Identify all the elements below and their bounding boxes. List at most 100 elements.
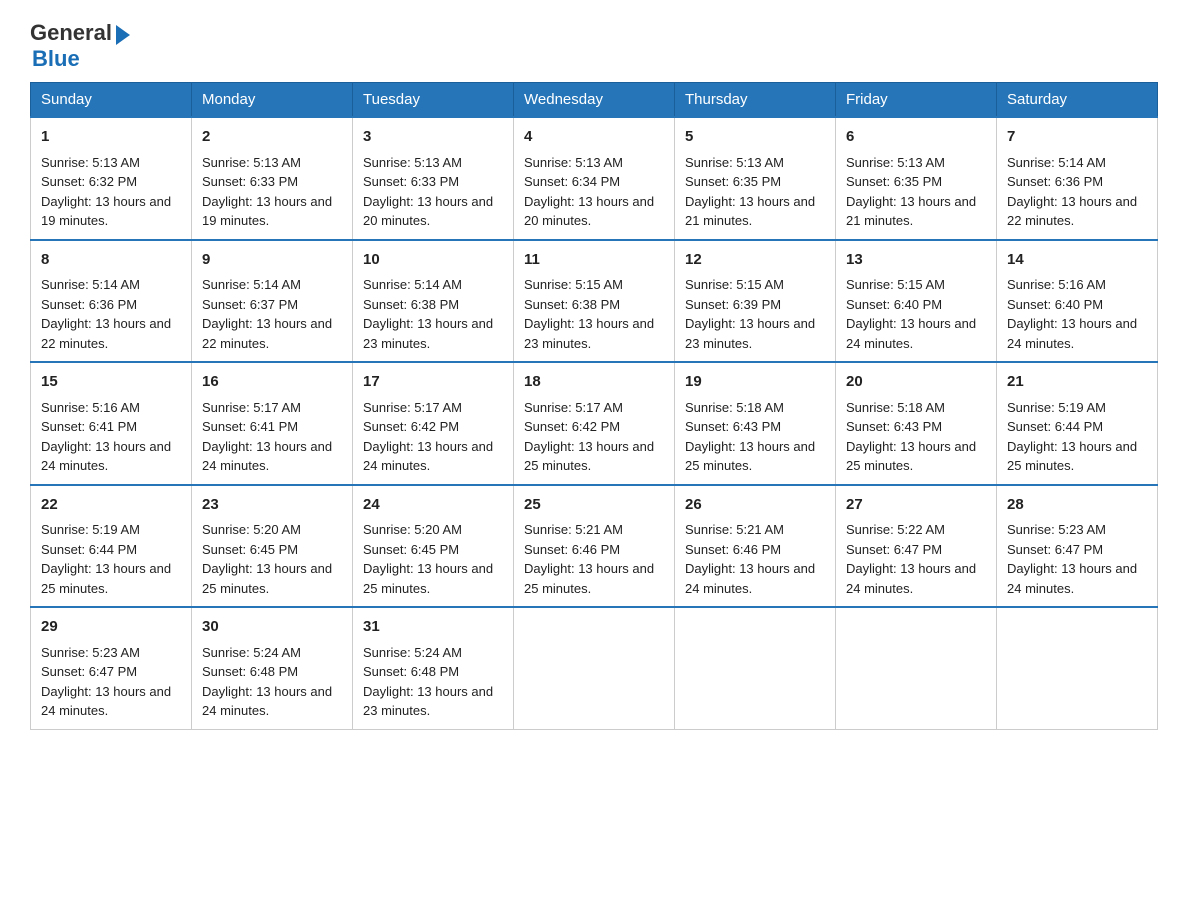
day-sunset: Sunset: 6:48 PM — [202, 664, 298, 679]
day-number: 17 — [363, 371, 503, 394]
day-sunrise: Sunrise: 5:23 AM — [41, 645, 140, 660]
day-sunset: Sunset: 6:48 PM — [363, 664, 459, 679]
calendar-day-29: 29 Sunrise: 5:23 AM Sunset: 6:47 PM Dayl… — [31, 607, 192, 729]
calendar-day-31: 31 Sunrise: 5:24 AM Sunset: 6:48 PM Dayl… — [353, 607, 514, 729]
day-sunset: Sunset: 6:44 PM — [41, 542, 137, 557]
calendar-day-23: 23 Sunrise: 5:20 AM Sunset: 6:45 PM Dayl… — [192, 485, 353, 608]
day-daylight: Daylight: 13 hours and 20 minutes. — [524, 194, 654, 229]
day-sunset: Sunset: 6:47 PM — [1007, 542, 1103, 557]
calendar-day-14: 14 Sunrise: 5:16 AM Sunset: 6:40 PM Dayl… — [997, 240, 1158, 363]
calendar-day-18: 18 Sunrise: 5:17 AM Sunset: 6:42 PM Dayl… — [514, 362, 675, 485]
day-sunrise: Sunrise: 5:22 AM — [846, 522, 945, 537]
calendar-header-tuesday: Tuesday — [353, 83, 514, 118]
calendar-header-sunday: Sunday — [31, 83, 192, 118]
day-number: 4 — [524, 126, 664, 149]
day-sunset: Sunset: 6:38 PM — [524, 297, 620, 312]
calendar-day-12: 12 Sunrise: 5:15 AM Sunset: 6:39 PM Dayl… — [675, 240, 836, 363]
calendar-day-27: 27 Sunrise: 5:22 AM Sunset: 6:47 PM Dayl… — [836, 485, 997, 608]
day-daylight: Daylight: 13 hours and 25 minutes. — [41, 561, 171, 596]
day-sunset: Sunset: 6:42 PM — [524, 419, 620, 434]
day-sunrise: Sunrise: 5:21 AM — [685, 522, 784, 537]
calendar-day-3: 3 Sunrise: 5:13 AM Sunset: 6:33 PM Dayli… — [353, 117, 514, 240]
day-sunrise: Sunrise: 5:15 AM — [524, 277, 623, 292]
day-number: 1 — [41, 126, 181, 149]
day-sunset: Sunset: 6:40 PM — [1007, 297, 1103, 312]
day-number: 18 — [524, 371, 664, 394]
day-sunset: Sunset: 6:45 PM — [363, 542, 459, 557]
calendar-header-friday: Friday — [836, 83, 997, 118]
day-sunrise: Sunrise: 5:13 AM — [363, 155, 462, 170]
day-daylight: Daylight: 13 hours and 21 minutes. — [685, 194, 815, 229]
calendar-day-1: 1 Sunrise: 5:13 AM Sunset: 6:32 PM Dayli… — [31, 117, 192, 240]
day-daylight: Daylight: 13 hours and 24 minutes. — [846, 316, 976, 351]
logo-arrow-icon — [116, 25, 130, 45]
calendar-header-saturday: Saturday — [997, 83, 1158, 118]
day-number: 15 — [41, 371, 181, 394]
day-sunrise: Sunrise: 5:17 AM — [524, 400, 623, 415]
day-sunset: Sunset: 6:44 PM — [1007, 419, 1103, 434]
calendar-header-wednesday: Wednesday — [514, 83, 675, 118]
calendar-day-16: 16 Sunrise: 5:17 AM Sunset: 6:41 PM Dayl… — [192, 362, 353, 485]
day-number: 7 — [1007, 126, 1147, 149]
day-daylight: Daylight: 13 hours and 19 minutes. — [41, 194, 171, 229]
day-sunrise: Sunrise: 5:14 AM — [202, 277, 301, 292]
day-daylight: Daylight: 13 hours and 23 minutes. — [363, 684, 493, 719]
day-number: 6 — [846, 126, 986, 149]
day-daylight: Daylight: 13 hours and 21 minutes. — [846, 194, 976, 229]
day-daylight: Daylight: 13 hours and 24 minutes. — [41, 684, 171, 719]
day-number: 26 — [685, 494, 825, 517]
calendar-week-row-1: 1 Sunrise: 5:13 AM Sunset: 6:32 PM Dayli… — [31, 117, 1158, 240]
day-daylight: Daylight: 13 hours and 23 minutes. — [524, 316, 654, 351]
day-number: 12 — [685, 249, 825, 272]
day-sunset: Sunset: 6:34 PM — [524, 174, 620, 189]
calendar-day-17: 17 Sunrise: 5:17 AM Sunset: 6:42 PM Dayl… — [353, 362, 514, 485]
day-sunrise: Sunrise: 5:24 AM — [363, 645, 462, 660]
day-sunset: Sunset: 6:43 PM — [685, 419, 781, 434]
logo-general-text: General — [30, 20, 112, 46]
calendar-day-6: 6 Sunrise: 5:13 AM Sunset: 6:35 PM Dayli… — [836, 117, 997, 240]
day-number: 13 — [846, 249, 986, 272]
day-sunrise: Sunrise: 5:14 AM — [363, 277, 462, 292]
day-sunrise: Sunrise: 5:13 AM — [524, 155, 623, 170]
logo: General Blue — [30, 20, 130, 72]
day-daylight: Daylight: 13 hours and 24 minutes. — [41, 439, 171, 474]
day-sunrise: Sunrise: 5:19 AM — [41, 522, 140, 537]
day-daylight: Daylight: 13 hours and 25 minutes. — [524, 439, 654, 474]
day-daylight: Daylight: 13 hours and 22 minutes. — [1007, 194, 1137, 229]
day-daylight: Daylight: 13 hours and 25 minutes. — [202, 561, 332, 596]
calendar-day-8: 8 Sunrise: 5:14 AM Sunset: 6:36 PM Dayli… — [31, 240, 192, 363]
calendar-header-row: SundayMondayTuesdayWednesdayThursdayFrid… — [31, 83, 1158, 118]
day-sunset: Sunset: 6:42 PM — [363, 419, 459, 434]
calendar-day-22: 22 Sunrise: 5:19 AM Sunset: 6:44 PM Dayl… — [31, 485, 192, 608]
day-daylight: Daylight: 13 hours and 24 minutes. — [685, 561, 815, 596]
day-number: 27 — [846, 494, 986, 517]
day-daylight: Daylight: 13 hours and 25 minutes. — [846, 439, 976, 474]
day-sunset: Sunset: 6:47 PM — [846, 542, 942, 557]
calendar-day-19: 19 Sunrise: 5:18 AM Sunset: 6:43 PM Dayl… — [675, 362, 836, 485]
day-number: 24 — [363, 494, 503, 517]
day-sunrise: Sunrise: 5:13 AM — [202, 155, 301, 170]
day-sunset: Sunset: 6:45 PM — [202, 542, 298, 557]
day-number: 8 — [41, 249, 181, 272]
day-sunset: Sunset: 6:35 PM — [685, 174, 781, 189]
day-sunset: Sunset: 6:47 PM — [41, 664, 137, 679]
day-daylight: Daylight: 13 hours and 24 minutes. — [846, 561, 976, 596]
day-sunrise: Sunrise: 5:23 AM — [1007, 522, 1106, 537]
day-daylight: Daylight: 13 hours and 20 minutes. — [363, 194, 493, 229]
day-sunset: Sunset: 6:39 PM — [685, 297, 781, 312]
calendar-table: SundayMondayTuesdayWednesdayThursdayFrid… — [30, 82, 1158, 730]
calendar-day-25: 25 Sunrise: 5:21 AM Sunset: 6:46 PM Dayl… — [514, 485, 675, 608]
calendar-day-28: 28 Sunrise: 5:23 AM Sunset: 6:47 PM Dayl… — [997, 485, 1158, 608]
calendar-day-empty — [997, 607, 1158, 729]
day-daylight: Daylight: 13 hours and 23 minutes. — [363, 316, 493, 351]
day-sunset: Sunset: 6:43 PM — [846, 419, 942, 434]
day-number: 21 — [1007, 371, 1147, 394]
calendar-day-21: 21 Sunrise: 5:19 AM Sunset: 6:44 PM Dayl… — [997, 362, 1158, 485]
calendar-week-row-2: 8 Sunrise: 5:14 AM Sunset: 6:36 PM Dayli… — [31, 240, 1158, 363]
day-daylight: Daylight: 13 hours and 24 minutes. — [1007, 316, 1137, 351]
day-sunset: Sunset: 6:46 PM — [524, 542, 620, 557]
day-sunrise: Sunrise: 5:20 AM — [202, 522, 301, 537]
calendar-day-13: 13 Sunrise: 5:15 AM Sunset: 6:40 PM Dayl… — [836, 240, 997, 363]
day-number: 3 — [363, 126, 503, 149]
page-header: General Blue — [30, 20, 1158, 72]
